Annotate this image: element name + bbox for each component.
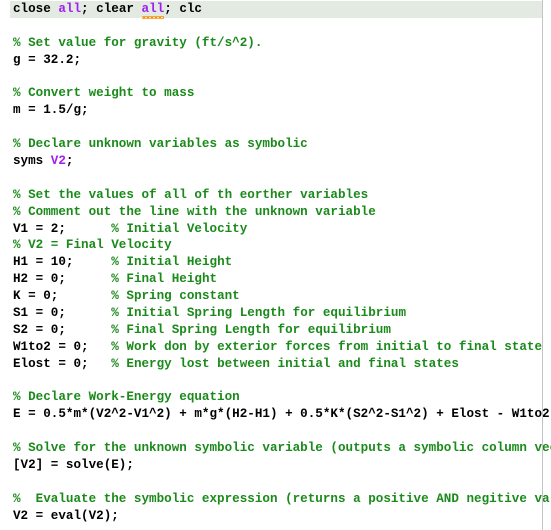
code-line[interactable]: m = 1.5/g; [0,102,542,119]
code-token-comment: % Work don by exterior forces from initi… [111,339,543,354]
code-line[interactable] [0,170,542,187]
code-line[interactable] [0,423,542,440]
code-line[interactable]: [V2] = solve(E); [0,457,542,474]
code-line[interactable]: Elost = 0; % Energy lost between initial… [0,356,542,373]
code-line[interactable]: % Set the values of all of th eorther va… [0,187,542,204]
code-line[interactable]: % V2 = Final Velocity [0,237,542,254]
code-token-comment: % Energy lost between initial and final … [111,356,459,371]
code-token-plain: g = 32.2; [13,52,82,67]
code-token-comment: % Declare Work-Energy equation [13,390,240,405]
code-line[interactable]: V1 = 2; % Initial Velocity [0,221,542,238]
code-line[interactable] [0,474,542,491]
code-token-comment: % Solve for the unknown symbolic variabl… [13,441,551,456]
code-token-comment: % V2 = Final Velocity [13,238,172,253]
code-line[interactable]: % Solve for the unknown symbolic variabl… [0,440,551,457]
editor-right-rule [542,0,543,530]
code-line[interactable]: close all; clear all; clc [10,1,542,19]
code-token-comment: % Convert weight to mass [13,86,195,101]
code-token-plain: syms [13,154,51,169]
code-token-comment: % Initial Spring Length for equilibrium [111,306,407,321]
code-line[interactable]: % Convert weight to mass [0,85,542,102]
code-token-comment: % Set the values of all of th eorther va… [13,187,369,202]
code-token-plain: V2 = eval(V2); [13,508,119,523]
code-line[interactable]: % Declare Work-Energy equation [0,389,542,406]
code-token-plain: S1 = 0; [13,306,66,321]
code-token-comment: % Set value for gravity (ft/s^2). [13,35,263,50]
code-line[interactable]: S1 = 0; % Initial Spring Length for equi… [0,305,542,322]
code-token-plain: m = 1.5/g; [13,103,89,118]
code-line[interactable]: % Comment out the line with the unknown … [0,204,542,221]
code-token-plain: K = 0; [13,289,59,304]
code-line[interactable]: K = 0; % Spring constant [0,288,542,305]
code-token-plain: Elost = 0; [13,356,89,371]
code-line[interactable] [0,69,542,86]
code-token-comment: % Final Height [111,272,218,287]
code-token-plain: S2 = 0; [13,322,66,337]
code-line[interactable]: W1to2 = 0; % Work don by exterior forces… [0,339,542,356]
code-token-plain: W1to2 = 0; [13,339,89,354]
code-line[interactable]: S2 = 0; % Final Spring Length for equili… [0,322,542,339]
code-token-warn: all [141,2,165,19]
code-line[interactable]: V2 = eval(V2); [0,508,542,525]
code-line[interactable] [0,18,542,35]
code-token-comment: % Spring constant [111,289,240,304]
code-token-comment: % Comment out the line with the unknown … [13,204,376,219]
code-token-plain: ; clc [164,2,202,16]
code-token-plain: H2 = 0; [13,272,66,287]
code-token-plain: [V2] = solve(E); [13,458,134,473]
code-line[interactable]: syms V2; [0,153,542,170]
code-line[interactable] [0,119,542,136]
code-line[interactable]: H1 = 10; % Initial Height [0,254,542,271]
code-token-comment: % Declare unknown variables as symbolic [13,137,308,152]
code-line[interactable]: g = 32.2; [0,52,542,69]
code-token-plain: H1 = 10; [13,255,74,270]
code-line[interactable]: H2 = 0; % Final Height [0,271,542,288]
code-line[interactable]: E = 0.5*m*(V2^2-V1^2) + m*g*(H2-H1) + 0.… [0,406,551,423]
code-token-plain: E = 0.5*m*(V2^2-V1^2) + m*g*(H2-H1) + 0.… [13,407,551,422]
code-line[interactable]: % Declare unknown variables as symbolic [0,136,542,153]
code-line[interactable]: % Evaluate the symbolic expression (retu… [0,491,551,508]
matlab-code-editor[interactable]: close all; clear all; clc % Set value fo… [0,0,551,530]
code-token-plain: ; clear [81,2,142,16]
code-token-comment: % Final Spring Length for equilibrium [111,322,391,337]
code-token-comment: % Initial Height [111,255,233,270]
code-line[interactable]: % Set value for gravity (ft/s^2). [0,35,542,52]
code-token-purple: all [58,2,82,16]
code-line[interactable] [0,373,542,390]
code-token-plain: close [13,2,59,16]
code-token-comment: % Evaluate the symbolic expression (retu… [13,491,551,506]
code-token-purple: V2 [50,154,66,169]
code-text-area[interactable]: close all; clear all; clc % Set value fo… [0,0,551,530]
code-token-plain: V1 = 2; [13,221,66,236]
code-token-plain: ; [65,154,74,169]
code-token-comment: % Initial Velocity [111,221,248,236]
